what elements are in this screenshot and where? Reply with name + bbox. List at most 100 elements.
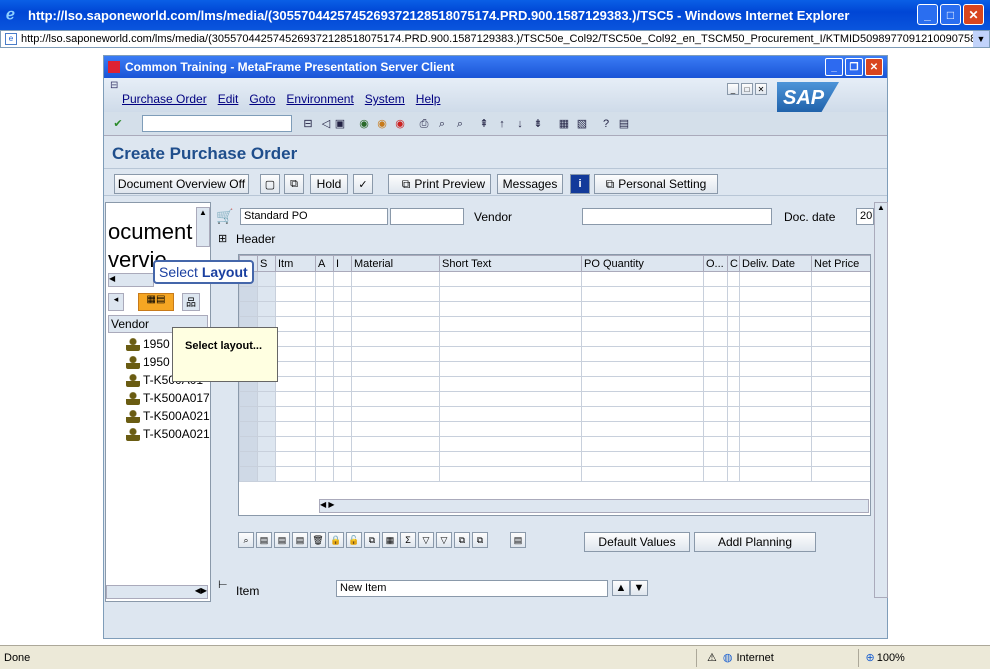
left-bottom-scroll[interactable]: ◀▶ [106, 585, 208, 599]
grid-cell[interactable] [275, 451, 316, 467]
grid-cell[interactable] [315, 406, 334, 422]
grid-cell[interactable] [275, 316, 316, 332]
help-icon[interactable]: ? [598, 116, 614, 132]
default-values-button[interactable]: Default Values [584, 532, 690, 552]
grid-cell[interactable] [727, 466, 740, 482]
sap-maximize-icon[interactable]: □ [741, 83, 753, 95]
address-bar[interactable]: e http://lso.saponeworld.com/lms/media/(… [0, 30, 990, 48]
grid-cell[interactable] [581, 301, 704, 317]
grid-cell[interactable] [351, 286, 440, 302]
grid-cell[interactable] [315, 316, 334, 332]
grid-cell[interactable] [333, 466, 352, 482]
zoom-level[interactable]: 100% [877, 652, 905, 664]
info-icon[interactable]: i [570, 174, 590, 194]
table-row[interactable] [239, 286, 870, 302]
grid-cell[interactable] [351, 436, 440, 452]
col-status[interactable]: S [257, 255, 276, 272]
grid-cell[interactable] [275, 391, 316, 407]
grid-cell[interactable] [811, 466, 870, 482]
grid-cell[interactable] [739, 346, 812, 362]
grid-cell[interactable] [439, 451, 582, 467]
grid-cell[interactable] [581, 346, 704, 362]
prev-page-icon[interactable]: ↑ [494, 116, 510, 132]
grid-cell[interactable] [257, 406, 276, 422]
grid-cell[interactable] [333, 421, 352, 437]
grid-cell[interactable] [315, 436, 334, 452]
grid-cell[interactable] [727, 301, 740, 317]
new-session-icon[interactable]: ▦ [556, 116, 572, 132]
filter-icon[interactable]: ▽ [418, 532, 434, 548]
grid-cell[interactable] [581, 391, 704, 407]
grid-cell[interactable] [275, 331, 316, 347]
doc-date-field[interactable]: 20 [856, 208, 874, 225]
sap-window-icon[interactable]: ⊟ [110, 80, 118, 91]
grid-cell[interactable] [739, 436, 812, 452]
table-row[interactable] [239, 391, 870, 407]
last-page-icon[interactable]: ⇟ [530, 116, 546, 132]
details-icon[interactable]: ⌕ [238, 532, 254, 548]
grid-cell[interactable] [239, 421, 258, 437]
print-preview-button[interactable]: ⧉ Print Preview [388, 174, 491, 194]
save-icon[interactable]: ▣ [332, 116, 348, 132]
hold-button[interactable]: Hold [310, 174, 348, 194]
header-section-label[interactable]: Header [236, 232, 275, 246]
grid-cell[interactable] [351, 361, 440, 377]
grid-cell[interactable] [351, 406, 440, 422]
po-number-field[interactable] [390, 208, 464, 225]
grid-cell[interactable] [315, 466, 334, 482]
item-select[interactable]: New Item [336, 580, 608, 597]
vendor-field[interactable] [582, 208, 772, 225]
grid-cell[interactable] [333, 376, 352, 392]
grid-cell[interactable] [333, 301, 352, 317]
shortcut-icon[interactable]: ▧ [574, 116, 590, 132]
cancel-icon[interactable]: ◉ [392, 116, 408, 132]
menu-help[interactable]: Help [416, 92, 441, 106]
table-row[interactable] [239, 361, 870, 377]
grid-cell[interactable] [703, 316, 728, 332]
exit-icon[interactable]: ◉ [374, 116, 390, 132]
col-material[interactable]: Material [351, 255, 440, 272]
item-up-icon[interactable]: ▲ [612, 580, 630, 596]
col-order-unit[interactable]: O... [703, 255, 728, 272]
citrix-minimize-button[interactable]: _ [825, 58, 843, 76]
grid-cell[interactable] [439, 346, 582, 362]
grid-cell[interactable] [333, 346, 352, 362]
grid-cell[interactable] [275, 421, 316, 437]
grid-cell[interactable] [811, 331, 870, 347]
sap-minimize-icon[interactable]: _ [727, 83, 739, 95]
grid-cell[interactable] [739, 301, 812, 317]
grid-cell[interactable] [257, 271, 276, 287]
grid-cell[interactable] [275, 346, 316, 362]
table-icon[interactable]: ▦ [382, 532, 398, 548]
grid-cell[interactable] [581, 361, 704, 377]
grid-cell[interactable] [315, 331, 334, 347]
grid-cell[interactable] [439, 376, 582, 392]
left-hscroll[interactable]: ◀ [108, 273, 154, 287]
grid-cell[interactable] [727, 436, 740, 452]
grid-cell[interactable] [703, 466, 728, 482]
grid-cell[interactable] [727, 391, 740, 407]
grid-cell[interactable] [315, 361, 334, 377]
grid-cell[interactable] [351, 466, 440, 482]
vendor-item-4[interactable]: T-K500A017 [126, 391, 210, 405]
grid-cell[interactable] [727, 316, 740, 332]
table-row[interactable] [239, 346, 870, 362]
grid-cell[interactable] [739, 361, 812, 377]
grid-cell[interactable] [727, 331, 740, 347]
grid-cell[interactable] [351, 421, 440, 437]
grid-cell[interactable] [351, 271, 440, 287]
grid-cell[interactable] [257, 421, 276, 437]
paste-icon[interactable]: ▤ [274, 532, 290, 548]
table-row[interactable] [239, 466, 870, 482]
col-c[interactable]: C [727, 255, 740, 272]
grid-cell[interactable] [333, 361, 352, 377]
find-icon[interactable]: ⌕ [434, 116, 450, 132]
menu-purchase-order[interactable]: Purchase Order [122, 92, 207, 106]
grid-cell[interactable] [439, 361, 582, 377]
grid-cell[interactable] [811, 286, 870, 302]
grid-cell[interactable] [351, 316, 440, 332]
grid-cell[interactable] [703, 361, 728, 377]
grid-cell[interactable] [315, 421, 334, 437]
grid-cell[interactable] [811, 436, 870, 452]
grid-cell[interactable] [257, 286, 276, 302]
